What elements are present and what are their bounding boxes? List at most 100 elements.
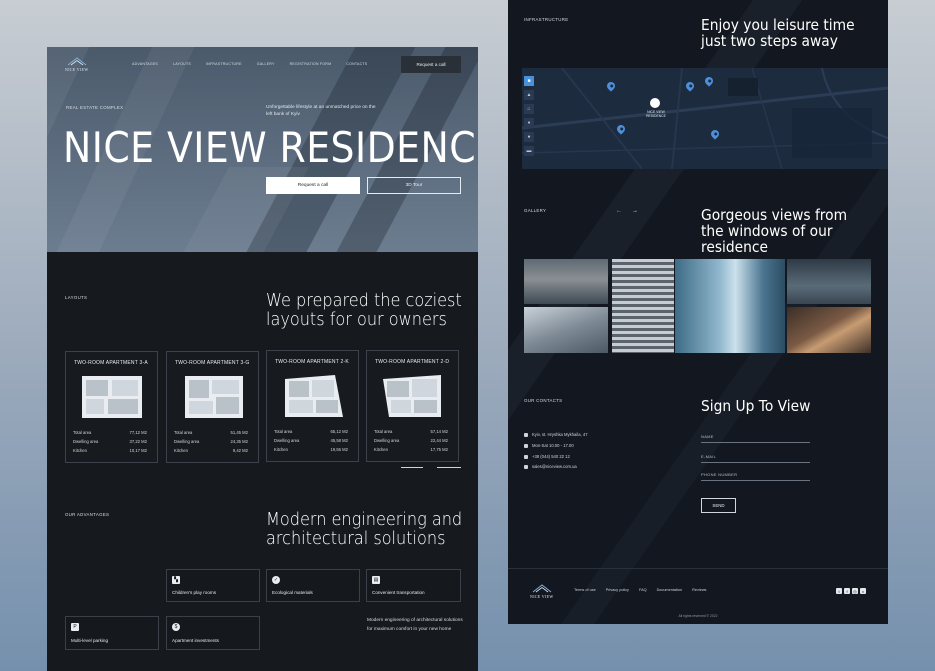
- instagram-icon[interactable]: ◎: [852, 588, 858, 594]
- map-filter-home-icon[interactable]: ⌂: [524, 104, 534, 114]
- advantage-card-playrooms[interactable]: ▚ Children's play rooms: [166, 569, 260, 602]
- logo-text: NICE VIEW: [65, 67, 89, 72]
- map-filter-park-icon[interactable]: ♦: [524, 118, 534, 128]
- nav-item-registration[interactable]: REGISTRATION FORM: [290, 62, 332, 66]
- floor-plan-image: [82, 376, 142, 418]
- send-button[interactable]: SEND: [701, 498, 736, 513]
- advantage-label: Apartment investments: [172, 638, 219, 643]
- name-field[interactable]: NAME: [701, 434, 810, 443]
- advantage-label: Multi-level parking: [71, 638, 109, 643]
- residence-marker-icon[interactable]: [650, 98, 660, 108]
- request-call-button[interactable]: Request a call: [266, 177, 360, 194]
- contact-phone[interactable]: +38 (044) 540 22 12: [524, 454, 570, 459]
- gallery-photo[interactable]: [787, 259, 871, 304]
- location-icon: [524, 432, 528, 437]
- apartment-title: TWO-ROOM APARTMENT 2-K: [275, 359, 349, 365]
- signup-heading: Sign Up To View: [701, 397, 811, 415]
- next-arrow-icon[interactable]: [437, 467, 461, 468]
- transport-icon: ▤: [372, 576, 380, 584]
- parking-icon: P: [71, 623, 79, 631]
- dwelling-area-row: Dwelling area 22,44 M2: [374, 438, 448, 443]
- map-filter-school-icon[interactable]: ▲: [524, 90, 534, 100]
- request-call-header-button[interactable]: Request a call: [401, 56, 461, 73]
- landing-page-left: NICE VIEW ADVANTAGES LAYOUTS INFRASTRUCT…: [47, 47, 478, 671]
- map-category-bar: ■ ▲ ⌂ ♦ ● ▬: [524, 76, 534, 156]
- nav-item-contacts[interactable]: CONTACTS: [346, 62, 367, 66]
- layouts-section-label: LAYOUTS: [65, 295, 88, 300]
- apartment-card[interactable]: TWO-ROOM APARTMENT 2-D Total area 57,14 M2…: [366, 350, 459, 462]
- advantage-card-parking[interactable]: P Multi-level parking: [65, 616, 159, 650]
- facebook-icon[interactable]: f: [844, 588, 850, 594]
- footer-logo[interactable]: NICE VIEW: [530, 584, 553, 599]
- advantage-label: Ecological materials: [272, 590, 313, 595]
- phone-field[interactable]: PHONE NUMBER: [701, 472, 810, 481]
- gallery-next-icon[interactable]: →: [632, 208, 638, 214]
- gallery-photo[interactable]: [524, 307, 608, 353]
- advantage-card-ecological[interactable]: ✓ Ecological materials: [266, 569, 360, 602]
- advantages-section-label: OUR ADVANTAGES: [65, 512, 110, 517]
- total-area-row: Total area 57,14 M2: [374, 429, 448, 434]
- footer-divider: [508, 568, 888, 569]
- total-area-row: Total area 65,12 M2: [274, 429, 348, 434]
- footer-link-faq[interactable]: FAQ: [639, 588, 647, 592]
- contacts-section-label: OUR CONTACTS: [524, 398, 563, 403]
- phone-icon: [524, 454, 528, 459]
- advantage-card-transport[interactable]: ▤ Convenient transportation: [366, 569, 461, 602]
- contact-email[interactable]: sales@niceview.com.ua: [524, 464, 577, 469]
- hero-section: NICE VIEW ADVANTAGES LAYOUTS INFRASTRUCT…: [47, 47, 478, 252]
- total-area-row: Total area 51,45 M2: [174, 430, 248, 435]
- email-field[interactable]: E-MAIL: [701, 454, 810, 463]
- floor-plan-image: [285, 375, 343, 417]
- main-nav: ADVANTAGES LAYOUTS INFRASTRUCTURE GALLER…: [132, 62, 367, 66]
- apartment-card[interactable]: TWO-ROOM APARTMENT 3-G Total area 51,45 M2…: [166, 351, 259, 463]
- footer-links: Terms of use Privacy policy FAQ Document…: [574, 588, 706, 592]
- gallery-photo[interactable]: [787, 307, 871, 353]
- advantages-description: Modern engineering of architectural solu…: [367, 618, 463, 632]
- footer-link-documentation[interactable]: Documentation: [657, 588, 683, 592]
- 3d-tour-button[interactable]: 3D Tour: [367, 177, 461, 194]
- infrastructure-section-label: INFRASTRUCTURE: [524, 17, 569, 22]
- gallery-photo[interactable]: [524, 259, 608, 304]
- gallery-section-label: GALLERY: [524, 208, 547, 213]
- kitchen-area-row: Kitchen 17,75 M2: [374, 447, 448, 452]
- prev-arrow-icon[interactable]: [401, 467, 423, 468]
- nav-item-gallery[interactable]: GALLERY: [257, 62, 275, 66]
- playroom-icon: ▚: [172, 576, 180, 584]
- infrastructure-map[interactable]: ■ ▲ ⌂ ♦ ● ▬ NICE VIEW RESIDENCE: [522, 68, 888, 169]
- apartment-title: TWO-ROOM APARTMENT 2-D: [375, 359, 450, 365]
- twitter-icon[interactable]: t: [836, 588, 842, 594]
- gallery-prev-icon[interactable]: ←: [616, 208, 622, 214]
- hero-eyebrow: REAL ESTATE COMPLEX: [66, 105, 124, 110]
- gallery-heading: Gorgeous views from the windows of our r…: [701, 206, 848, 256]
- footer-link-reviews[interactable]: Reviews: [692, 588, 706, 592]
- brand-logo[interactable]: NICE VIEW: [65, 57, 88, 72]
- footer-link-terms[interactable]: Terms of use: [574, 588, 596, 592]
- map-filter-shop-icon[interactable]: ▬: [524, 146, 534, 156]
- map-residence-label: NICE VIEW RESIDENCE: [646, 110, 666, 118]
- infrastructure-heading: Enjoy you leisure time just two steps aw…: [701, 16, 855, 50]
- apartment-card[interactable]: TWO-ROOM APARTMENT 3-A Total area 77,12 M2…: [65, 351, 158, 463]
- calendar-icon: [524, 443, 528, 448]
- map-filter-hospital-icon[interactable]: ●: [524, 132, 534, 142]
- hero-title: NICE VIEW RESIDENCE: [63, 123, 478, 172]
- landing-page-right: INFRASTRUCTURE Enjoy you leisure time ju…: [508, 0, 888, 624]
- kitchen-area-row: Kitchen 10,17 M2: [73, 448, 147, 453]
- apartment-title: TWO-ROOM APARTMENT 3-A: [74, 360, 148, 366]
- gallery-photo[interactable]: [675, 259, 785, 353]
- apartment-card[interactable]: TWO-ROOM APARTMENT 2-K Total area 65,12 M2…: [266, 350, 359, 462]
- dwelling-area-row: Dwelling area 37,22 M2: [73, 439, 147, 444]
- nav-item-infrastructure[interactable]: INFRASTRUCTURE: [206, 62, 242, 66]
- vimeo-icon[interactable]: v: [860, 588, 866, 594]
- contact-address: Kyiv, st. Hryshka Mykhaila, 47: [524, 432, 588, 437]
- gallery-photo[interactable]: [612, 259, 674, 353]
- nav-item-layouts[interactable]: LAYOUTS: [173, 62, 191, 66]
- dwelling-area-row: Dwelling area 45,58 M2: [274, 438, 348, 443]
- advantage-card-investments[interactable]: $ Apartment investments: [166, 616, 260, 650]
- hero-subtitle: Unforgettable lifestyle at an unmatched …: [266, 105, 376, 117]
- map-filter-all-icon[interactable]: ■: [524, 76, 534, 86]
- kitchen-area-row: Kitchen 19,55 M2: [274, 447, 348, 452]
- footer-link-privacy[interactable]: Privacy policy: [606, 588, 629, 592]
- contact-hours: Mon-Sat 10.00 - 17.00: [524, 443, 574, 448]
- nav-item-advantages[interactable]: ADVANTAGES: [132, 62, 158, 66]
- logo-icon: [532, 584, 552, 593]
